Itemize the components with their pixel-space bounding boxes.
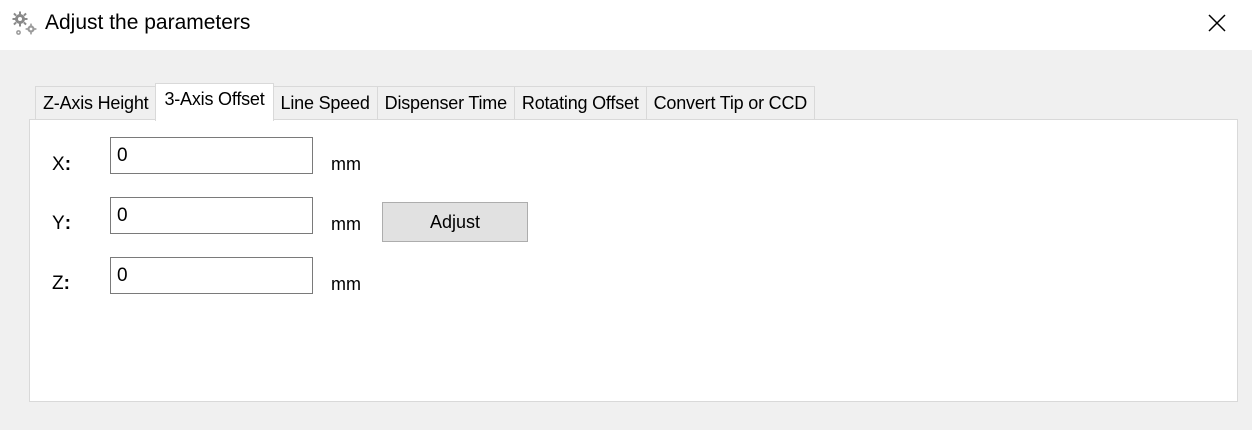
y-unit-label: mm (331, 214, 361, 234)
title-bar: Adjust the parameters (0, 0, 1252, 50)
y-label: Y: (52, 213, 72, 234)
tab-dispenser-time[interactable]: Dispenser Time (376, 86, 515, 120)
tab-convert-tip-or-ccd[interactable]: Convert Tip or CCD (645, 86, 816, 120)
z-unit-label: mm (331, 274, 361, 294)
z-label: Z: (52, 273, 70, 294)
close-button[interactable] (1182, 0, 1252, 50)
x-offset-input[interactable] (110, 137, 313, 174)
tab-3-axis-offset[interactable]: 3-Axis Offset (155, 83, 274, 121)
tab-panel-3-axis-offset: X: mm Y: mm Adjust Z: mm (29, 119, 1238, 402)
gears-icon (12, 11, 38, 37)
tab-z-axis-height[interactable]: Z-Axis Height (35, 86, 157, 120)
tab-rotating-offset[interactable]: Rotating Offset (513, 86, 647, 120)
tab-line-speed[interactable]: Line Speed (272, 86, 378, 120)
close-icon (1207, 13, 1227, 38)
tab-strip: Z-Axis Height 3-Axis Offset Line Speed D… (35, 83, 816, 121)
y-offset-input[interactable] (110, 197, 313, 234)
dialog-window: Adjust the parameters Z-Axis Height 3-Ax… (0, 0, 1252, 430)
x-unit-label: mm (331, 154, 361, 174)
window-title: Adjust the parameters (45, 11, 251, 34)
z-offset-input[interactable] (110, 257, 313, 294)
x-label: X: (52, 154, 72, 175)
adjust-button[interactable]: Adjust (382, 202, 528, 242)
